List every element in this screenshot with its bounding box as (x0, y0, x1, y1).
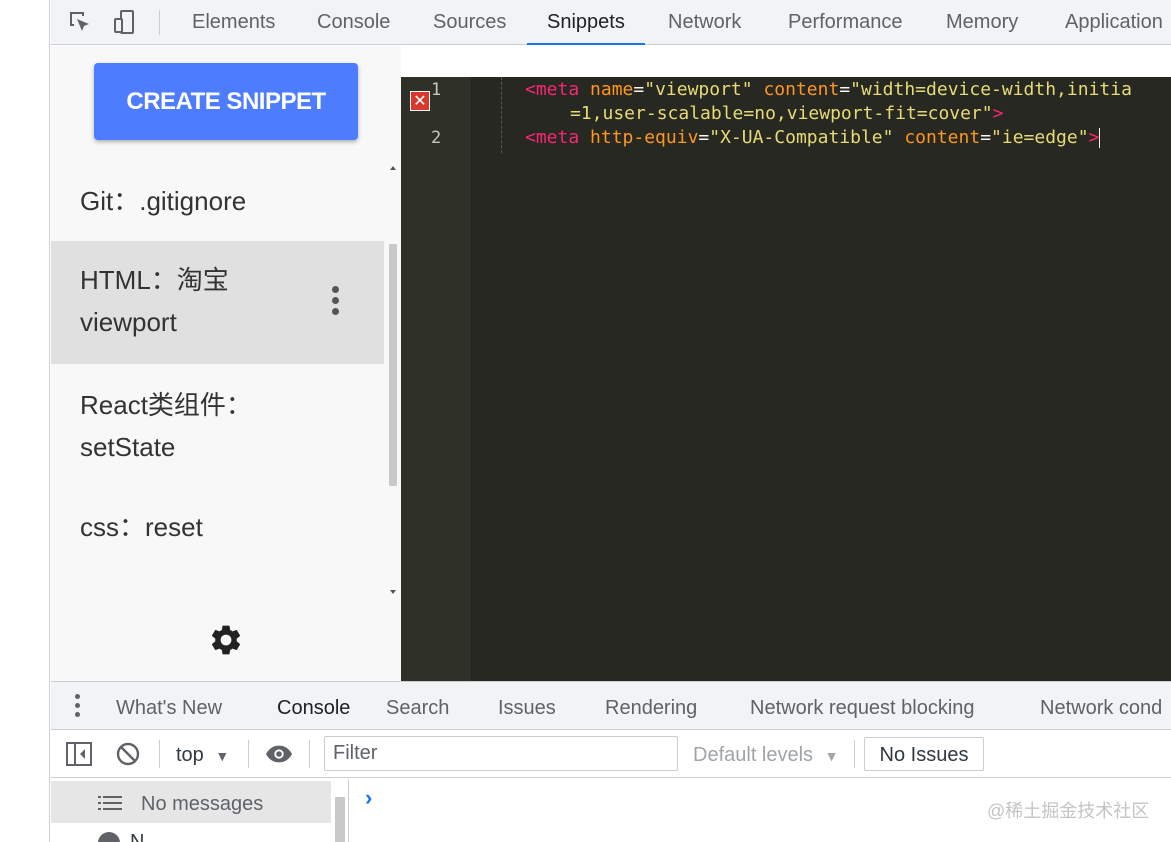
log-levels-label: Default levels (693, 744, 814, 766)
indent-guide (501, 77, 502, 153)
drawer-menu-icon[interactable] (75, 694, 81, 720)
code-string: =1,user-scalable=no,viewport-fit=cover" (570, 103, 993, 124)
drawer-tab-search[interactable]: Search (386, 682, 449, 731)
dropdown-arrow-icon: ▼ (215, 748, 230, 764)
tab-console[interactable]: Console (317, 0, 390, 45)
scrollbar-thumb[interactable] (389, 244, 397, 486)
toolbar-separator (309, 740, 310, 768)
code-line-2: <meta http-equiv="X-UA-Compatible" conte… (525, 126, 1101, 150)
line-number: 2 (431, 128, 442, 148)
snippet-item-css-reset[interactable]: css：reset (51, 506, 384, 548)
toolbar-separator (159, 740, 160, 768)
code-eq: = (839, 79, 851, 100)
panel-separator (348, 779, 349, 842)
devtools-window: Elements Console Sources Snippets Networ… (0, 0, 1171, 842)
context-label: top (176, 744, 204, 766)
snippet-item-viewport[interactable]: HTML：淘宝 viewport (51, 241, 384, 364)
sidebar-item-messages[interactable]: No messages (51, 781, 331, 823)
code-tag: > (992, 103, 1004, 124)
snippet-label: Git：.gitignore (80, 186, 247, 216)
drawer-tab-bar: What's New Console Search Issues Renderi… (51, 681, 1171, 732)
sidebar-toggle-icon[interactable] (65, 740, 93, 768)
create-snippet-button[interactable]: CREATE SNIPPET (94, 63, 358, 140)
user-messages-icon (98, 831, 120, 842)
issues-counter-button[interactable]: No Issues (864, 737, 984, 771)
code-attr: content (763, 79, 840, 100)
console-sidebar: No messages N (51, 779, 349, 842)
tab-snippets[interactable]: Snippets (527, 0, 645, 45)
snippet-list-scrollbar[interactable] (384, 166, 401, 598)
code-eq: = (633, 79, 645, 100)
filter-input[interactable] (324, 736, 678, 771)
tab-elements[interactable]: Elements (192, 0, 275, 45)
snippet-list: Git：.gitignore HTML：淘宝 viewport React类组件… (51, 166, 384, 598)
code-tag: <meta (525, 127, 580, 148)
toolbar-separator (159, 10, 160, 35)
code-eq: = (980, 127, 992, 148)
code-line-1: <meta name="viewport" content="width=dev… (525, 78, 1132, 102)
console-prompt-icon[interactable]: › (365, 785, 372, 811)
tab-performance[interactable]: Performance (788, 0, 903, 45)
scroll-down-arrow-icon[interactable] (390, 590, 396, 594)
more-options-icon[interactable] (332, 286, 340, 316)
line-number: 1 (431, 80, 442, 100)
tab-memory[interactable]: Memory (946, 0, 1018, 45)
clear-console-icon[interactable] (114, 740, 142, 768)
context-selector[interactable]: top ▼ (176, 730, 229, 778)
code-string: "ie=edge" (991, 127, 1089, 148)
sidebar-item-label: No messages (141, 793, 264, 815)
error-marker-icon[interactable]: ✕ (410, 91, 430, 111)
code-string: "width=device-width,initia (850, 79, 1132, 100)
sidebar-item-partial[interactable]: N (98, 831, 144, 842)
snippet-label-line2: setState (80, 432, 176, 462)
drawer-tab-console[interactable]: Console (260, 682, 363, 732)
eye-icon[interactable] (265, 740, 293, 768)
code-tag: <meta (525, 79, 580, 100)
code-tag: > (1088, 127, 1100, 148)
code-attr: http-equiv (590, 127, 699, 148)
snippets-sidebar: CREATE SNIPPET Git：.gitignore HTML：淘宝 vi… (51, 46, 401, 681)
toolbar-separator (248, 740, 249, 768)
watermark: @稀土掘金技术社区 (987, 801, 1150, 821)
toolbar-separator (854, 740, 855, 768)
snippet-label: css：reset (80, 512, 203, 542)
device-toolbar-icon[interactable] (111, 8, 139, 36)
code-attr: content (904, 127, 981, 148)
snippet-item-gitignore[interactable]: Git：.gitignore (51, 180, 384, 222)
log-levels-dropdown[interactable]: Default levels ▼ (693, 730, 838, 778)
tab-network[interactable]: Network (668, 0, 741, 45)
drawer-tab-rendering[interactable]: Rendering (605, 682, 697, 731)
tab-application[interactable]: Application (1065, 0, 1163, 45)
sidebar-item-label: N (130, 831, 145, 842)
list-icon (98, 796, 122, 810)
drawer-tab-whats-new[interactable]: What's New (116, 682, 222, 731)
code-eq: = (698, 127, 710, 148)
drawer-tab-issues[interactable]: Issues (498, 682, 556, 731)
dropdown-arrow-icon: ▼ (824, 748, 839, 764)
editor-gutter: ✕ 1 2 (401, 77, 471, 681)
gear-icon[interactable] (208, 622, 244, 658)
text-cursor (1099, 128, 1101, 148)
drawer-tab-network-request-blocking[interactable]: Network request blocking (750, 682, 975, 731)
snippet-item-react-setstate[interactable]: React类组件： setState (51, 384, 384, 468)
code-attr: name (590, 79, 634, 100)
snippet-item-partial[interactable]: · · · (51, 584, 384, 598)
console-toolbar: top ▼ Default levels ▼ No Issues (51, 730, 1171, 778)
main-tab-bar: Elements Console Sources Snippets Networ… (51, 0, 1171, 45)
code-line-1-wrap: =1,user-scalable=no,viewport-fit=cover"> (570, 102, 1003, 126)
inspect-element-icon[interactable] (66, 8, 94, 36)
snippet-label-line1: React类组件： (80, 390, 252, 420)
code-string: "X-UA-Compatible" (709, 127, 894, 148)
tab-sources[interactable]: Sources (433, 0, 506, 45)
console-sidebar-scrollbar[interactable] (335, 797, 345, 842)
drawer-tab-network-conditions[interactable]: Network cond (1040, 682, 1162, 731)
code-string: "viewport" (644, 79, 753, 100)
left-margin (0, 0, 50, 842)
code-editor[interactable]: ✕ 1 2 <meta name="viewport" content="wid… (401, 77, 1171, 681)
scroll-up-arrow-icon[interactable] (390, 166, 396, 170)
